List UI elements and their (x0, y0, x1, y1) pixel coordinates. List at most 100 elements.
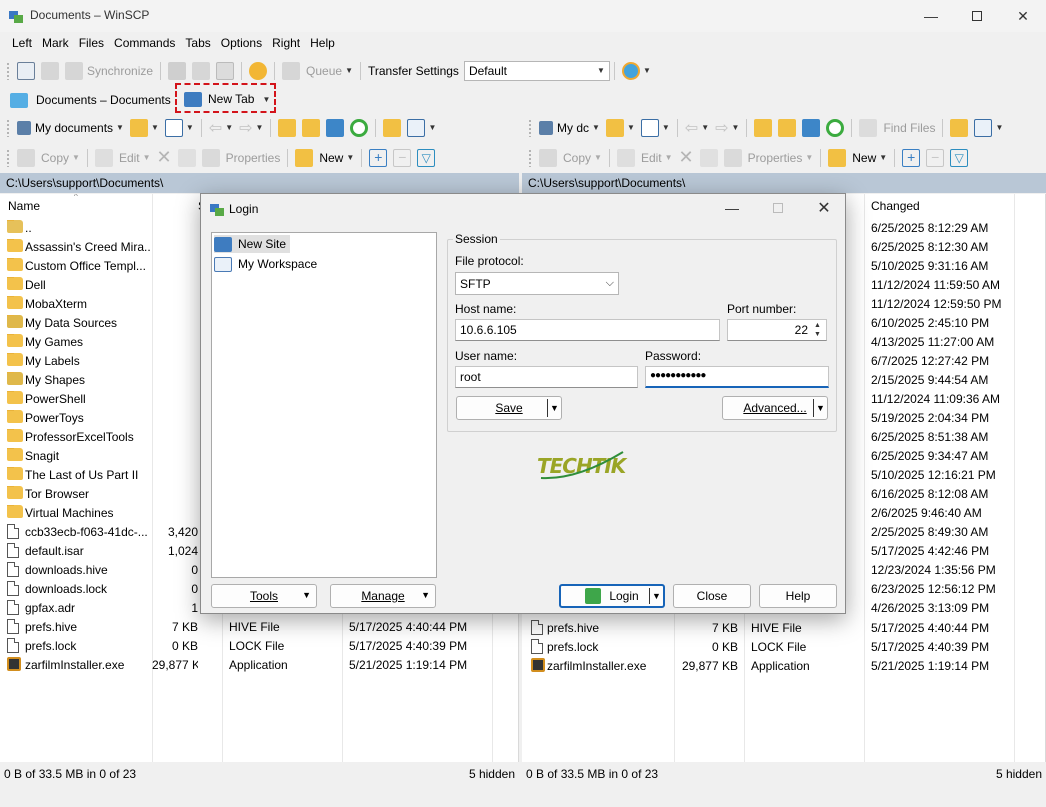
left-parent-dir-button[interactable] (275, 117, 299, 139)
left-path-bar[interactable]: C:\Users\support\Documents\ (0, 173, 519, 193)
toolbar-grip[interactable] (6, 148, 10, 167)
table-row[interactable]: prefs.lock 0 KB LOCK File 5/17/2025 4:40:39… (522, 637, 1045, 656)
right-hidden-count[interactable]: 5 hidden (996, 767, 1042, 781)
right-view-button[interactable]: ▼ (971, 117, 1006, 139)
save-dropdown-arrow[interactable]: ▼ (547, 399, 561, 417)
menu-options[interactable]: Options (217, 34, 266, 54)
right-parent-dir-button[interactable] (751, 117, 775, 139)
right-filter-select-button[interactable]: ▽ (947, 147, 971, 169)
left-delete-button[interactable]: ✕ (154, 147, 175, 169)
dialog-close-button[interactable]: ✕ (801, 194, 847, 222)
left-select-button[interactable]: + (366, 147, 390, 169)
synchronize-browsing-button[interactable] (38, 60, 62, 82)
transfer-preset-button[interactable]: ▼ (619, 60, 654, 82)
left-tree-button[interactable] (380, 117, 404, 139)
right-find-files-button[interactable]: Find Files (856, 117, 938, 139)
manage-button[interactable]: Manage ▼ (330, 584, 436, 608)
password-input[interactable]: ●●●●●●●●●●● (645, 366, 829, 388)
toolbar-grip[interactable] (6, 61, 10, 80)
toolbar-grip[interactable] (528, 118, 532, 137)
putty-button[interactable] (189, 60, 213, 82)
left-filter-button[interactable]: ▼ (162, 117, 197, 139)
terminal-button[interactable] (165, 60, 189, 82)
right-properties-button[interactable]: Properties ▼ (721, 147, 817, 169)
right-copy-button[interactable]: Copy ▼ (536, 147, 605, 169)
left-copy-button[interactable]: Copy ▼ (14, 147, 83, 169)
site-item-my-workspace[interactable]: My Workspace (214, 255, 317, 273)
right-edit-button[interactable]: Edit ▼ (614, 147, 676, 169)
port-number-input[interactable]: 22 (727, 319, 827, 341)
user-name-input[interactable]: root (455, 366, 638, 388)
column-header-changed[interactable]: Changed (863, 194, 1013, 216)
preferences-button[interactable] (246, 60, 270, 82)
right-new-button[interactable]: New ▼ (825, 147, 890, 169)
left-edit-button[interactable]: Edit ▼ (92, 147, 154, 169)
port-spinner[interactable]: ▲ ▼ (814, 321, 821, 339)
menu-left[interactable]: Left (8, 34, 36, 54)
left-forward-button[interactable]: ⇨ ▼ (236, 117, 266, 139)
left-home-button[interactable] (323, 117, 347, 139)
left-open-folder-button[interactable]: ▼ (127, 117, 162, 139)
site-item-new-site[interactable]: New Site (214, 235, 291, 253)
right-tree-button[interactable] (947, 117, 971, 139)
close-window-button[interactable]: ✕ (1000, 0, 1046, 32)
left-back-button[interactable]: ⇦ ▼ (206, 117, 236, 139)
table-row[interactable]: zarfilmInstaller.exe 29,877 KB Application… (0, 655, 518, 674)
right-refresh-button[interactable] (823, 117, 847, 139)
left-filter-select-button[interactable]: ▽ (414, 147, 438, 169)
table-row[interactable]: prefs.hive 7 KB HIVE File 5/17/2025 4:40:44… (0, 617, 518, 636)
right-root-dir-button[interactable] (775, 117, 799, 139)
left-unselect-button[interactable]: − (390, 147, 414, 169)
host-name-input[interactable]: 10.6.6.105 (455, 319, 720, 341)
dialog-minimize-button[interactable]: — (709, 194, 755, 222)
left-root-dir-button[interactable] (299, 117, 323, 139)
left-location-combo[interactable]: My documents ▼ (14, 117, 127, 139)
file-protocol-select[interactable]: SFTP ⌵ (455, 272, 619, 295)
menu-tabs[interactable]: Tabs (181, 34, 214, 54)
left-properties-button[interactable]: Properties (199, 147, 284, 169)
table-row[interactable]: prefs.hive 7 KB HIVE File 5/17/2025 4:40:44… (522, 618, 1045, 637)
login-button[interactable]: Login ▼ (559, 584, 665, 608)
left-view-button[interactable]: ▼ (404, 117, 439, 139)
synchronize-button[interactable]: Synchronize (62, 60, 156, 82)
right-filter-button[interactable]: ▼ (638, 117, 673, 139)
tools-button[interactable]: Tools ▼ (211, 584, 317, 608)
login-dropdown-arrow[interactable]: ▼ (649, 588, 663, 604)
menu-files[interactable]: Files (75, 34, 108, 54)
minimize-button[interactable]: — (908, 0, 954, 32)
right-back-button[interactable]: ⇦ ▼ (682, 117, 712, 139)
advanced-dropdown-arrow[interactable]: ▼ (813, 399, 827, 417)
close-button[interactable]: Close (673, 584, 751, 608)
menu-commands[interactable]: Commands (110, 34, 179, 54)
menu-help[interactable]: Help (306, 34, 339, 54)
transfer-settings-combo[interactable]: Default ▼ (463, 60, 610, 81)
table-row[interactable]: prefs.lock 0 KB LOCK File 5/17/2025 4:40:39… (0, 636, 518, 655)
right-rename-button[interactable] (697, 147, 721, 169)
queue-button[interactable]: Queue ▼ (279, 60, 356, 82)
help-button[interactable]: Help (759, 584, 837, 608)
tab-documents[interactable]: Documents – Documents (4, 88, 177, 112)
right-path-bar[interactable]: C:\Users\support\Documents\ (522, 173, 1046, 193)
compare-dirs-button[interactable] (14, 60, 38, 82)
left-rename-button[interactable] (175, 147, 199, 169)
right-location-combo[interactable]: My dc ▼ (536, 117, 603, 139)
right-delete-button[interactable]: ✕ (676, 147, 697, 169)
right-unselect-button[interactable]: − (923, 147, 947, 169)
left-refresh-button[interactable] (347, 117, 371, 139)
toolbar-grip[interactable] (6, 118, 10, 137)
menu-mark[interactable]: Mark (38, 34, 73, 54)
site-tree[interactable]: New Site My Workspace (211, 232, 437, 578)
right-home-button[interactable] (799, 117, 823, 139)
advanced-button[interactable]: Advanced... ▼ (722, 396, 828, 420)
save-workspace-button[interactable] (213, 60, 237, 82)
right-open-folder-button[interactable]: ▼ (603, 117, 638, 139)
save-button[interactable]: Save ▼ (456, 396, 562, 420)
left-hidden-count[interactable]: 5 hidden (469, 767, 515, 781)
toolbar-grip[interactable] (528, 148, 532, 167)
table-row[interactable]: zarfilmInstaller.exe 29,877 KB Application… (522, 656, 1045, 675)
right-forward-button[interactable]: ⇨ ▼ (712, 117, 742, 139)
dialog-maximize-button[interactable] (755, 194, 801, 222)
right-select-button[interactable]: + (899, 147, 923, 169)
left-new-button[interactable]: New ▼ (292, 147, 357, 169)
menu-right[interactable]: Right (268, 34, 304, 54)
